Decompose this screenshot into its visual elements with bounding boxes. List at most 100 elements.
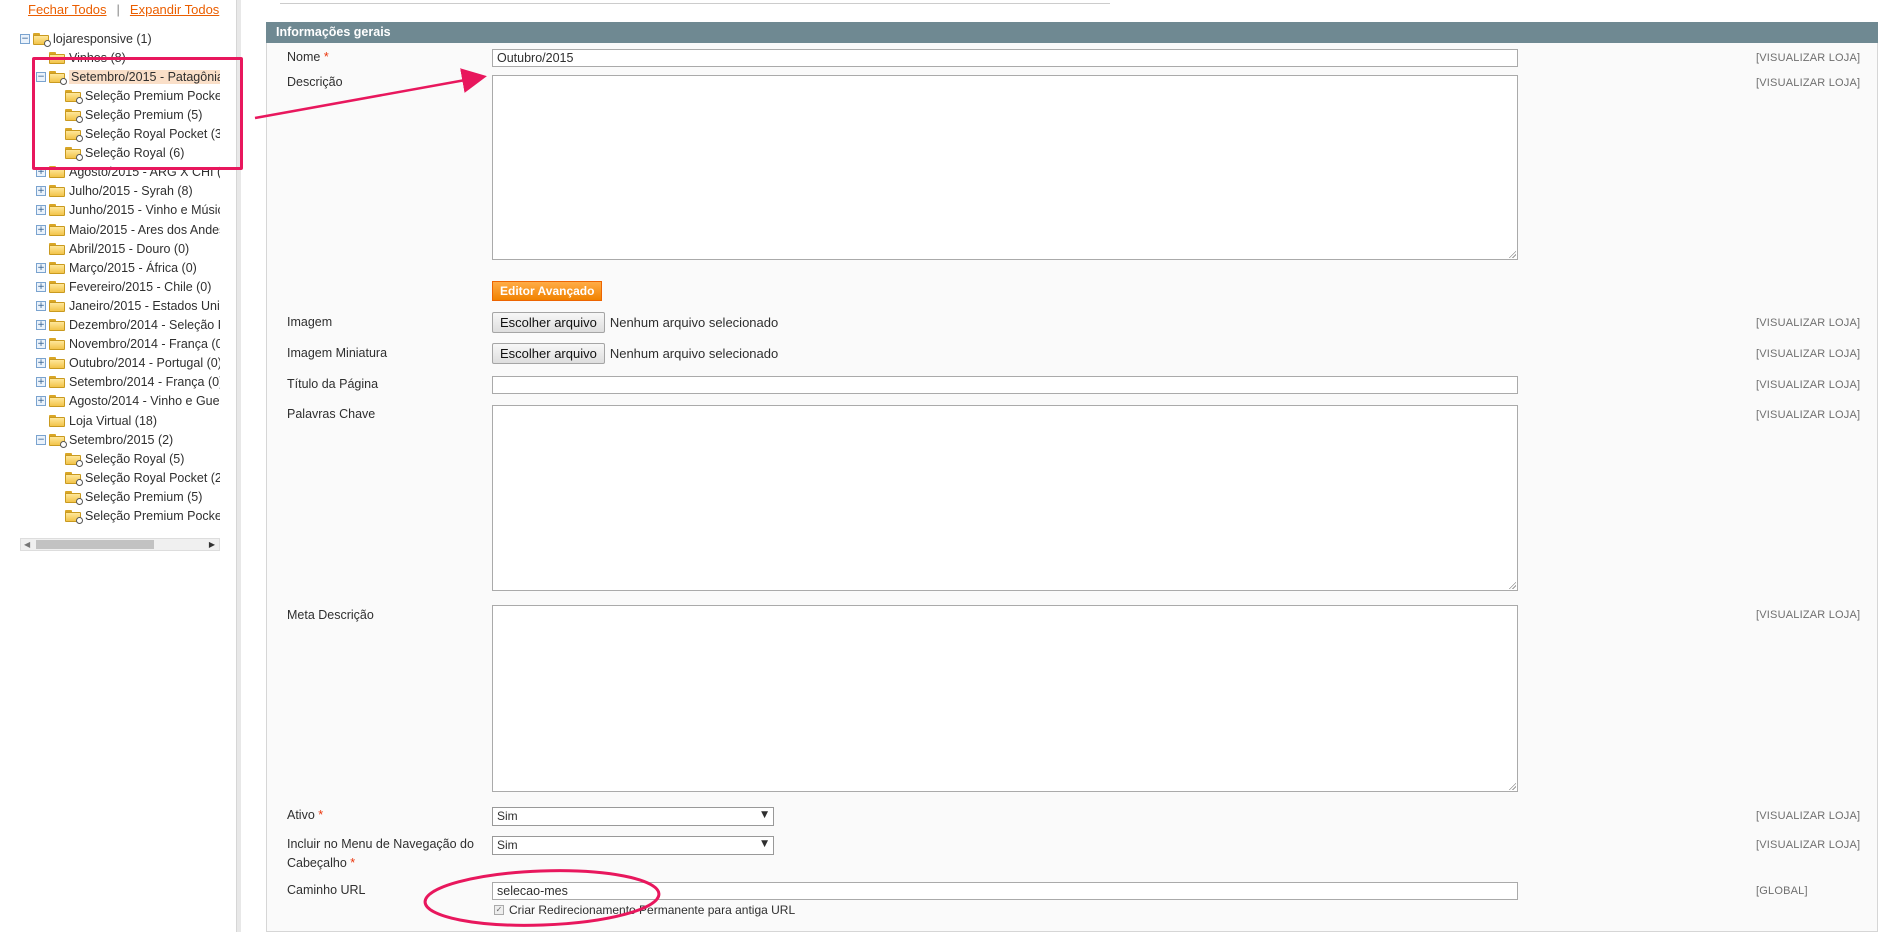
resize-grip-icon[interactable]	[1508, 250, 1516, 258]
tree-node[interactable]: Seleção Premium Pocket	[52, 507, 220, 526]
tree-node[interactable]: − Setembro/2015 - Patagônia	[36, 67, 220, 86]
tree-node[interactable]: + Maio/2015 - Ares dos Andes	[36, 220, 220, 239]
image-choose-file-button[interactable]: Escolher arquivo	[492, 312, 605, 333]
expand-all-link[interactable]: Expandir Todos	[130, 2, 219, 17]
scroll-right-arrow-icon[interactable]: ▶	[209, 540, 215, 549]
page-title-input[interactable]	[492, 376, 1518, 394]
tree-node-label[interactable]: Maio/2015 - Ares dos Andes	[69, 223, 220, 237]
expand-toggle-icon[interactable]: +	[36, 300, 46, 311]
tree-node[interactable]: + Janeiro/2015 - Estados Unid	[36, 296, 220, 315]
expand-toggle-icon[interactable]: +	[36, 186, 46, 197]
scrollbar-thumb[interactable]	[36, 540, 154, 549]
folder-icon	[49, 299, 65, 312]
description-textarea[interactable]	[492, 75, 1518, 260]
collapse-toggle-icon[interactable]: −	[36, 434, 46, 445]
tree-node[interactable]: + Agosto/2014 - Vinho e Guer	[36, 392, 220, 411]
tree-node[interactable]: + Junho/2015 - Vinho e Músic	[36, 201, 220, 220]
expand-toggle-icon[interactable]: +	[36, 339, 46, 350]
tree-node[interactable]: Seleção Premium Pocket	[52, 86, 220, 105]
tree-node-label[interactable]: Seleção Royal (6)	[85, 146, 184, 160]
expand-toggle-icon[interactable]: +	[36, 224, 46, 235]
expand-toggle-icon[interactable]: +	[36, 167, 46, 178]
folder-search-icon	[49, 433, 67, 448]
tree-node-label[interactable]: lojaresponsive (1)	[53, 32, 152, 46]
tree-node[interactable]: − Setembro/2015 (2)	[36, 430, 173, 449]
tree-node-label[interactable]: Junho/2015 - Vinho e Músic	[69, 203, 220, 217]
thumbnail-scope: [VISUALIZAR LOJA]	[1756, 348, 1861, 360]
resize-grip-icon[interactable]	[1508, 581, 1516, 589]
tree-node-label[interactable]: Novembro/2014 - França (0	[69, 337, 220, 351]
tree-horizontal-scrollbar[interactable]: ◀ ▶	[20, 538, 220, 551]
tree-node[interactable]: Seleção Royal Pocket (2	[52, 468, 220, 487]
name-input[interactable]: Outubro/2015	[492, 49, 1518, 67]
tree-node-label[interactable]: Seleção Premium (5)	[85, 490, 202, 504]
menu-select[interactable]: Sim ▼	[492, 836, 774, 855]
tree-node-label[interactable]: Vinhos (8)	[69, 51, 126, 65]
folder-search-icon	[65, 510, 83, 524]
tree-node-label[interactable]: Seleção Premium Pocket	[85, 89, 220, 103]
tree-node-label[interactable]: Agosto/2015 - ARG X CHI (	[69, 165, 220, 179]
tree-node-label[interactable]: Seleção Royal Pocket (2	[85, 471, 220, 485]
tree-node-label[interactable]: Seleção Royal Pocket (3	[85, 127, 220, 141]
tree-node-label[interactable]: Seleção Royal (5)	[85, 452, 184, 466]
expand-toggle-icon[interactable]: +	[36, 205, 46, 216]
folder-search-icon	[65, 147, 83, 162]
collapse-toggle-icon[interactable]: −	[36, 71, 46, 82]
tree-node[interactable]: + Fevereiro/2015 - Chile (0)	[36, 277, 211, 296]
tree-node[interactable]: Vinhos (8)	[36, 48, 126, 67]
active-select[interactable]: Sim ▼	[492, 807, 774, 826]
tree-node[interactable]: Seleção Premium (5)	[52, 487, 202, 506]
category-sidebar: Fechar Todos | Expandir Todos − lojarespons…	[0, 0, 236, 932]
tree-node[interactable]: + Novembro/2014 - França (0	[36, 335, 220, 354]
expand-toggle-icon[interactable]: +	[36, 320, 46, 330]
tree-node[interactable]: Loja Virtual (18)	[36, 411, 157, 430]
tree-node[interactable]: Abril/2015 - Douro (0)	[36, 239, 189, 258]
resize-grip-icon[interactable]	[1508, 782, 1516, 790]
thumbnail-choose-file-button[interactable]: Escolher arquivo	[492, 343, 605, 364]
tree-node-label[interactable]: Abril/2015 - Douro (0)	[69, 242, 189, 256]
tree-node-label[interactable]: Dezembro/2014 - Seleção F	[69, 318, 220, 332]
description-label: Descrição	[287, 75, 343, 89]
expand-toggle-icon[interactable]: +	[36, 281, 46, 292]
advanced-editor-button[interactable]: Editor Avançado	[492, 281, 603, 301]
tree-node[interactable]: + Março/2015 - África (0)	[36, 258, 197, 277]
folder-search-icon	[49, 70, 67, 85]
page-title-label: Título da Página	[287, 377, 379, 391]
meta-description-textarea[interactable]	[492, 605, 1518, 792]
tree-node-label[interactable]: Seleção Premium Pocket	[85, 509, 220, 523]
tree-node-label[interactable]: Janeiro/2015 - Estados Unid	[69, 299, 220, 313]
collapse-toggle-icon[interactable]: −	[20, 33, 30, 44]
expand-toggle-icon[interactable]: +	[36, 377, 46, 388]
expand-toggle-icon[interactable]: +	[36, 358, 46, 369]
tree-node[interactable]: + Dezembro/2014 - Seleção F	[36, 316, 220, 335]
expand-toggle-icon[interactable]: +	[36, 262, 46, 273]
tree-node[interactable]: Seleção Premium (5)	[52, 105, 202, 124]
collapse-all-link[interactable]: Fechar Todos	[28, 2, 107, 17]
tree-node[interactable]: + Julho/2015 - Syrah (8)	[36, 182, 193, 201]
tree-node-label[interactable]: Setembro/2014 - França (0)	[69, 375, 220, 389]
folder-icon	[49, 185, 65, 198]
redirect-checkbox[interactable]: ✓	[494, 905, 504, 915]
tree-node-label[interactable]: Loja Virtual (18)	[69, 414, 157, 428]
tree-node-label[interactable]: Março/2015 - África (0)	[69, 261, 197, 275]
tree-node-label[interactable]: Setembro/2015 - Patagônia	[69, 69, 220, 84]
tree-node[interactable]: Seleção Royal Pocket (3	[52, 125, 220, 144]
tree-node-label[interactable]: Outubro/2014 - Portugal (0)	[69, 356, 220, 370]
expand-toggle-icon[interactable]: +	[36, 396, 46, 407]
tree-node[interactable]: + Outubro/2014 - Portugal (0)	[36, 354, 220, 373]
tree-node[interactable]: Seleção Royal (6)	[52, 144, 184, 163]
page-title-scope: [VISUALIZAR LOJA]	[1756, 379, 1861, 391]
tree-node[interactable]: − lojaresponsive (1)	[20, 29, 152, 48]
tree-node-label[interactable]: Julho/2015 - Syrah (8)	[69, 184, 193, 198]
tree-node-label[interactable]: Fevereiro/2015 - Chile (0)	[69, 280, 211, 294]
url-key-input[interactable]: selecao-mes	[492, 882, 1518, 900]
tree-node-label[interactable]: Agosto/2014 - Vinho e Guer	[69, 394, 220, 408]
tree-node[interactable]: + Setembro/2014 - França (0)	[36, 373, 220, 392]
tree-node-label[interactable]: Setembro/2015 (2)	[69, 433, 173, 447]
tree-node-label[interactable]: Seleção Premium (5)	[85, 108, 202, 122]
scroll-left-arrow-icon[interactable]: ◀	[24, 540, 30, 549]
tree-node[interactable]: Seleção Royal (5)	[52, 449, 184, 468]
keywords-textarea[interactable]	[492, 405, 1518, 591]
folder-icon	[49, 319, 65, 331]
tree-node[interactable]: + Agosto/2015 - ARG X CHI (	[36, 163, 220, 182]
